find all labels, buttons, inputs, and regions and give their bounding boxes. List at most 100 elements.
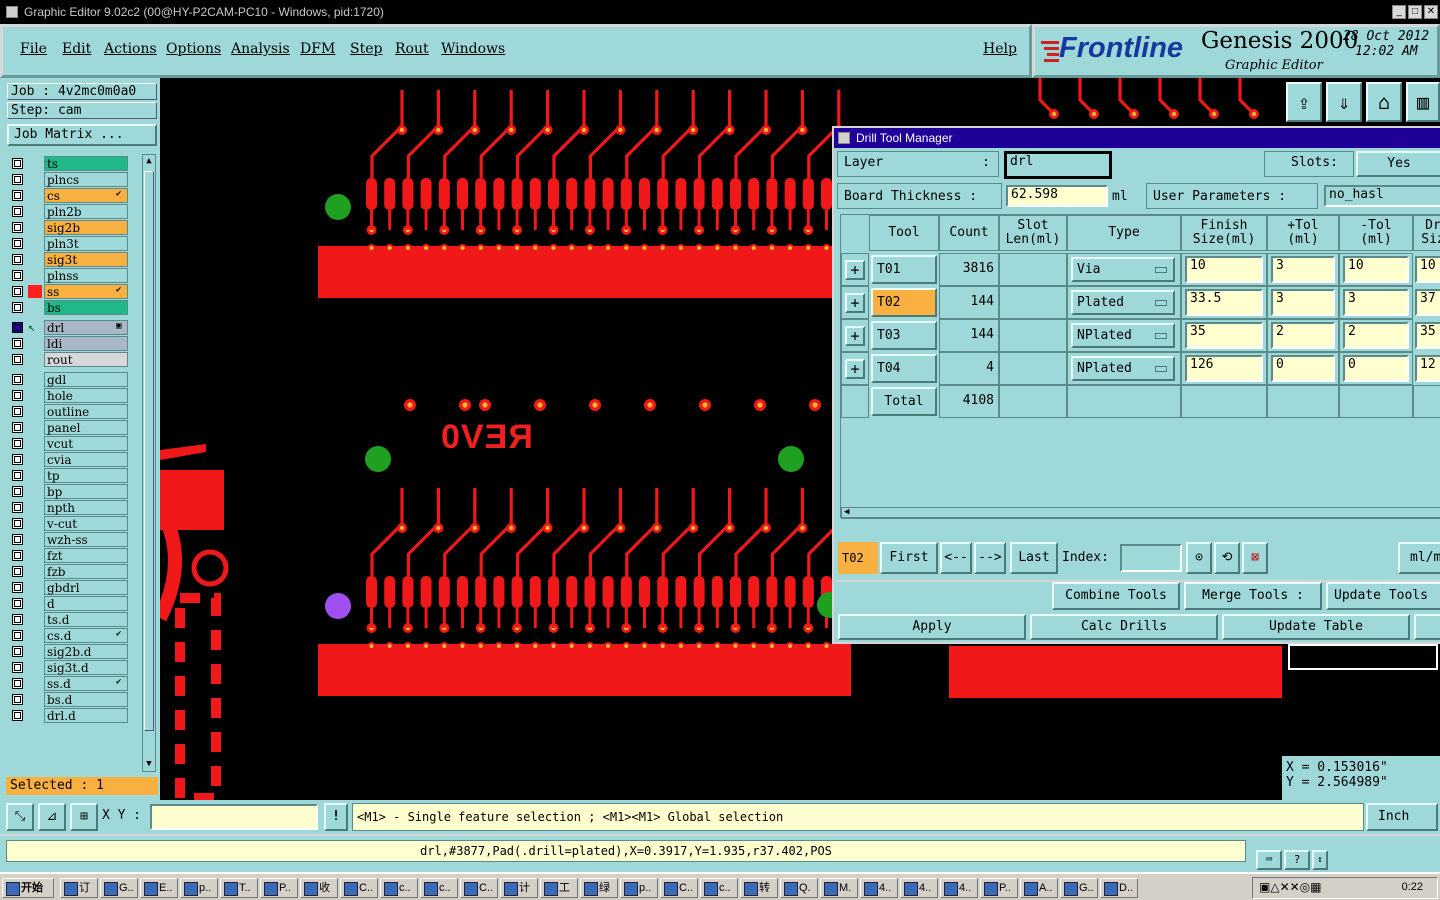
layer-checkbox[interactable] bbox=[12, 678, 23, 689]
board-thickness-field[interactable]: 62.598 bbox=[1006, 185, 1108, 207]
download-icon[interactable]: ⇓ bbox=[1326, 82, 1362, 122]
layer-row[interactable]: ss.d ✔ bbox=[10, 676, 130, 691]
apply-button[interactable]: Apply bbox=[838, 614, 1026, 640]
tool-button[interactable]: T01 bbox=[871, 255, 937, 284]
calc-drills-button[interactable]: Calc Drills bbox=[1030, 614, 1218, 640]
close-button[interactable]: ✕ bbox=[1424, 5, 1438, 19]
taskbar-item[interactable]: 转 bbox=[740, 878, 778, 898]
layer-row[interactable]: gbdrl bbox=[10, 580, 130, 595]
layer-row[interactable]: cs.d ✔ bbox=[10, 628, 130, 643]
scroll-down-icon[interactable]: ▼ bbox=[144, 759, 154, 769]
layer-checkbox[interactable] bbox=[12, 238, 23, 249]
expand-row-icon[interactable]: + bbox=[845, 260, 865, 280]
drill-size-field[interactable]: 35 bbox=[1415, 322, 1440, 349]
snap-tool-icon[interactable]: ⊿ bbox=[38, 803, 66, 831]
grid-tool-icon[interactable]: ⊞ bbox=[70, 803, 98, 831]
layer-row[interactable]: bs bbox=[10, 300, 130, 315]
layer-checkbox[interactable] bbox=[12, 662, 23, 673]
type-select[interactable]: NPlated bbox=[1071, 323, 1175, 348]
taskbar-item[interactable]: 绿 bbox=[580, 878, 618, 898]
taskbar-item[interactable]: E.. bbox=[140, 878, 178, 898]
layer-row[interactable]: bs.d bbox=[10, 692, 130, 707]
table-hscrollbar[interactable]: ◀ bbox=[841, 507, 1440, 519]
type-select[interactable]: Plated bbox=[1071, 290, 1175, 315]
layer-checkbox[interactable] bbox=[12, 438, 23, 449]
upload-icon[interactable]: ⇪ bbox=[1286, 82, 1322, 122]
panels-icon[interactable]: ▥ bbox=[1406, 82, 1440, 122]
layer-row[interactable]: sig3t.d bbox=[10, 660, 130, 675]
layer-checkbox[interactable] bbox=[12, 158, 23, 169]
type-select[interactable]: Via bbox=[1071, 257, 1175, 282]
extra-action-button[interactable] bbox=[1414, 614, 1440, 640]
taskbar-item[interactable]: Q. bbox=[780, 878, 818, 898]
finish-size-field[interactable]: 10 bbox=[1185, 256, 1263, 283]
tool-button[interactable]: T02 bbox=[871, 288, 937, 317]
layer-checkbox[interactable] bbox=[12, 286, 23, 297]
layer-row[interactable]: fzb bbox=[10, 564, 130, 579]
taskbar-item[interactable]: P.. bbox=[980, 878, 1018, 898]
layer-checkbox[interactable] bbox=[12, 630, 23, 641]
taskbar-item[interactable]: c.. bbox=[420, 878, 458, 898]
layer-row[interactable]: vcut bbox=[10, 436, 130, 451]
layer-checkbox[interactable] bbox=[12, 338, 23, 349]
alert-icon[interactable]: ! bbox=[324, 803, 348, 831]
layer-checkbox[interactable] bbox=[12, 566, 23, 577]
menu-analysis[interactable]: Analysis bbox=[231, 41, 290, 57]
layer-row[interactable]: bp bbox=[10, 484, 130, 499]
layer-checkbox[interactable] bbox=[12, 354, 23, 365]
layer-row[interactable]: tp bbox=[10, 468, 130, 483]
layer-checkbox[interactable] bbox=[12, 550, 23, 561]
layer-row[interactable]: fzt bbox=[10, 548, 130, 563]
layer-checkbox[interactable] bbox=[12, 486, 23, 497]
maximize-button[interactable]: □ bbox=[1408, 5, 1422, 19]
delete-tool-icon[interactable]: ⊠ bbox=[1242, 542, 1268, 574]
plus-tol-field[interactable]: 0 bbox=[1271, 355, 1335, 382]
spinner-icon[interactable]: ↕ bbox=[1312, 850, 1328, 870]
layer-checkbox[interactable] bbox=[12, 190, 23, 201]
start-button[interactable]: 开始 bbox=[2, 878, 54, 898]
scroll-thumb[interactable] bbox=[144, 171, 154, 731]
layer-checkbox[interactable] bbox=[12, 502, 23, 513]
taskbar-item[interactable]: c.. bbox=[380, 878, 418, 898]
taskbar-item[interactable]: p.. bbox=[620, 878, 658, 898]
user-params-field[interactable]: no_hasl bbox=[1324, 185, 1440, 207]
layer-row[interactable]: cs ✔ bbox=[10, 188, 130, 203]
slots-select[interactable]: Yes bbox=[1356, 151, 1440, 177]
layer-row[interactable]: ts.d bbox=[10, 612, 130, 627]
layer-checkbox[interactable] bbox=[12, 222, 23, 233]
layer-row[interactable]: plncs bbox=[10, 172, 130, 187]
home-icon[interactable]: ⌂ bbox=[1366, 82, 1402, 122]
layer-row[interactable]: plnss bbox=[10, 268, 130, 283]
layer-row[interactable]: sig2b.d bbox=[10, 644, 130, 659]
layer-row[interactable]: pln2b bbox=[10, 204, 130, 219]
layer-row[interactable]: drl.d bbox=[10, 708, 130, 723]
finish-size-field[interactable]: 35 bbox=[1185, 322, 1263, 349]
minus-tol-field[interactable]: 2 bbox=[1343, 322, 1409, 349]
plus-tol-field[interactable]: 3 bbox=[1271, 256, 1335, 283]
taskbar-item[interactable]: C.. bbox=[340, 878, 378, 898]
layer-row[interactable]: npth bbox=[10, 500, 130, 515]
units-button[interactable]: Inch bbox=[1366, 803, 1438, 831]
update-table-button[interactable]: Update Table bbox=[1222, 614, 1410, 640]
last-button[interactable]: Last bbox=[1010, 542, 1058, 574]
layer-row[interactable]: ↖ drl ▣ bbox=[10, 320, 130, 335]
layer-scrollbar[interactable]: ▲ ▼ bbox=[142, 154, 156, 772]
plus-tol-field[interactable]: 2 bbox=[1271, 322, 1335, 349]
menu-windows[interactable]: Windows bbox=[441, 41, 505, 57]
combine-tools-button[interactable]: Combine Tools bbox=[1052, 582, 1180, 610]
layer-row[interactable]: panel bbox=[10, 420, 130, 435]
taskbar-item[interactable]: c.. bbox=[700, 878, 738, 898]
taskbar-item[interactable]: p.. bbox=[180, 878, 218, 898]
layer-row[interactable]: d bbox=[10, 596, 130, 611]
layer-row[interactable]: cvia bbox=[10, 452, 130, 467]
minus-tol-field[interactable]: 0 bbox=[1343, 355, 1409, 382]
scroll-left-icon[interactable]: ◀ bbox=[844, 507, 849, 517]
taskbar-item[interactable]: P.. bbox=[260, 878, 298, 898]
layer-checkbox[interactable] bbox=[12, 322, 23, 333]
minus-tol-field[interactable]: 10 bbox=[1343, 256, 1409, 283]
search-tool-icon[interactable]: ⊙ bbox=[1186, 542, 1212, 574]
layer-checkbox[interactable] bbox=[12, 302, 23, 313]
expand-row-icon[interactable]: + bbox=[845, 293, 865, 313]
menu-dfm[interactable]: DFM bbox=[300, 41, 335, 57]
layer-checkbox[interactable] bbox=[12, 534, 23, 545]
